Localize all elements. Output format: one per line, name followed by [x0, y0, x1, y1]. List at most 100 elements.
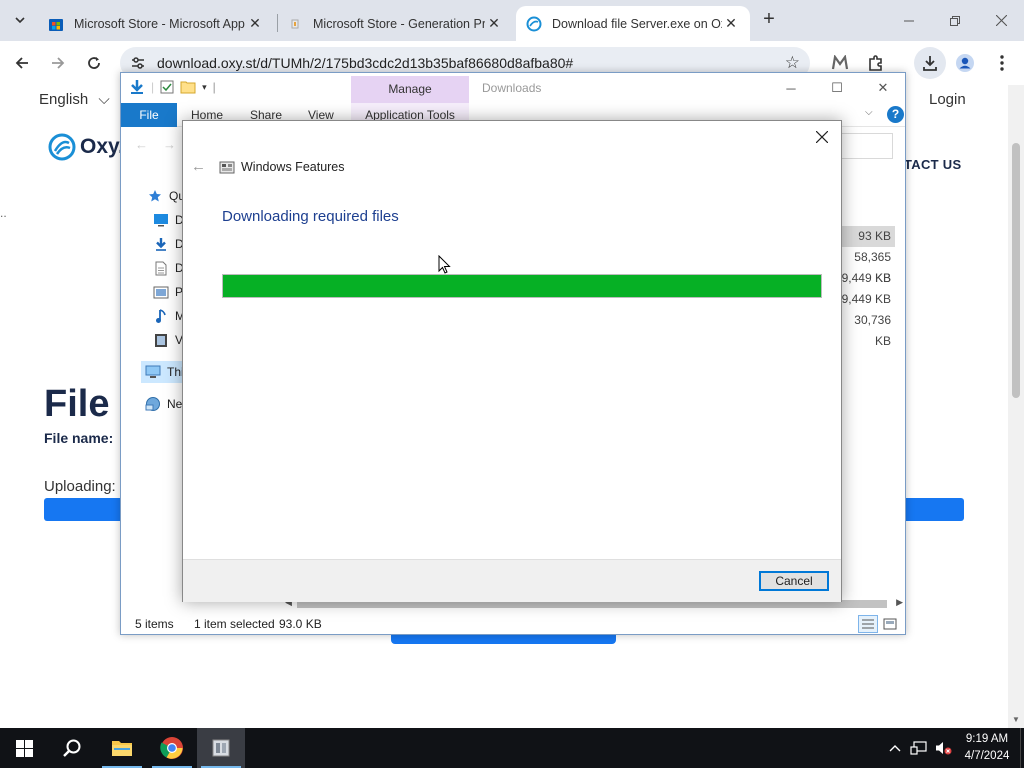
download-arrow-icon: [131, 80, 143, 94]
help-icon[interactable]: ?: [887, 106, 904, 123]
dialog-back-button[interactable]: ←: [191, 158, 206, 175]
large-icons-view-button[interactable]: [880, 615, 900, 633]
profile-button[interactable]: [952, 50, 978, 76]
dialog-footer: Cancel: [183, 559, 841, 602]
browser-tab-ms-store-apps[interactable]: Microsoft Store - Microsoft App ✕: [38, 6, 274, 41]
toolbar-divider: |: [212, 80, 216, 94]
page-scrollbar[interactable]: ▼: [1008, 85, 1024, 728]
pictures-icon: [153, 284, 169, 300]
back-button[interactable]: [9, 50, 35, 76]
reload-button[interactable]: [81, 50, 107, 76]
explorer-search-box[interactable]: [841, 133, 893, 159]
dialog-heading: Downloading required files: [222, 208, 399, 225]
file-size-cell[interactable]: 58,365 KB: [837, 247, 895, 285]
desktop-icon: [153, 212, 169, 228]
show-hidden-icons-button[interactable]: [885, 728, 905, 768]
toolbar-divider: |: [151, 80, 155, 94]
restore-icon: [950, 15, 960, 26]
explorer-forward-icon[interactable]: →: [163, 137, 176, 152]
nav-network[interactable]: Net: [145, 393, 186, 415]
microsoft-store-icon: [48, 16, 64, 32]
file-size-cell[interactable]: 9,449 KB: [837, 289, 895, 310]
site-logo[interactable]: Oxy.: [48, 133, 124, 161]
taskbar-windows-features[interactable]: [197, 728, 245, 768]
explorer-maximize-button[interactable]: ☐: [814, 73, 860, 103]
explorer-close-button[interactable]: ✕: [860, 73, 905, 103]
dialog-title: Windows Features: [241, 160, 345, 174]
download-icon: [923, 56, 937, 71]
taskbar-clock[interactable]: 9:19 AM 4/7/2024: [956, 731, 1018, 765]
video-icon: [153, 332, 169, 348]
file-size-cell[interactable]: 30,736 KB: [837, 310, 895, 348]
explorer-minimize-button[interactable]: ─: [768, 73, 814, 103]
reload-icon: [88, 57, 100, 69]
details-view-button[interactable]: [858, 615, 878, 633]
forward-button[interactable]: [45, 50, 71, 76]
tab-search-button[interactable]: [6, 8, 34, 32]
ribbon-file-tab[interactable]: File: [121, 103, 177, 127]
close-tab-icon[interactable]: ✕: [485, 15, 503, 32]
restore-browser-button[interactable]: [932, 0, 978, 41]
network-tray-button[interactable]: [907, 728, 931, 768]
explorer-back-icon[interactable]: ←: [135, 137, 148, 152]
tab-title: Microsoft Store - Microsoft App: [74, 16, 245, 31]
nav-downloads[interactable]: D: [153, 233, 184, 255]
download-button[interactable]: [391, 634, 616, 644]
scroll-right-icon[interactable]: ▶: [896, 597, 903, 608]
scrollbar-thumb[interactable]: [1012, 143, 1020, 398]
nav-documents[interactable]: D: [153, 257, 184, 279]
minimize-browser-button[interactable]: [886, 0, 932, 41]
nav-videos[interactable]: Vi: [153, 329, 185, 351]
new-folder-icon[interactable]: [180, 80, 196, 94]
bookmark-star-icon[interactable]: ☆: [785, 53, 800, 73]
expand-ribbon-icon[interactable]: ⌵: [865, 107, 873, 118]
nav-pictures[interactable]: Pi: [153, 281, 186, 303]
dialog-close-button[interactable]: [811, 127, 833, 149]
url-text[interactable]: download.oxy.st/d/TUMh/2/175bd3cdc2d13b3…: [157, 55, 573, 71]
this-pc-icon: [145, 364, 161, 380]
nav-desktop[interactable]: D: [153, 209, 184, 231]
more-vert-icon: [1000, 55, 1004, 71]
scroll-down-icon[interactable]: ▼: [1012, 715, 1020, 724]
cancel-button[interactable]: Cancel: [759, 571, 829, 591]
selection-size: 93.0 KB: [279, 617, 322, 631]
download-progress-bar: [222, 274, 822, 298]
site-settings-icon[interactable]: [130, 55, 146, 71]
language-selector[interactable]: English ⌵: [39, 91, 110, 108]
taskbar-file-explorer[interactable]: [98, 728, 146, 768]
close-tab-icon[interactable]: ✕: [246, 15, 264, 32]
new-tab-button[interactable]: +: [758, 9, 780, 31]
login-link[interactable]: Login: [929, 91, 966, 108]
quick-access-toolbar: | ▾ |: [129, 79, 216, 95]
details-view-icon: [862, 619, 874, 629]
search-button[interactable]: [48, 728, 96, 768]
downloads-button[interactable]: [914, 47, 946, 79]
oxy-favicon-icon: [526, 16, 542, 32]
show-desktop-button[interactable]: [1020, 728, 1024, 768]
file-size-cell[interactable]: 9,449 KB: [837, 268, 895, 289]
browser-tab-oxy-download[interactable]: Download file Server.exe on Oxy ✕: [516, 6, 750, 41]
logo-text: Oxy.: [80, 135, 124, 158]
explorer-titlebar: | ▾ | Manage Downloads ─ ☐ ✕: [121, 73, 905, 103]
volume-tray-button[interactable]: [931, 728, 955, 768]
manage-context-tab[interactable]: Manage: [351, 76, 469, 103]
browser-tab-ms-store-generation[interactable]: Microsoft Store - Generation Pr ✕: [277, 6, 513, 41]
extension-m-icon: [831, 55, 849, 70]
customize-qat-icon[interactable]: ▾: [202, 82, 207, 93]
close-tab-icon[interactable]: ✕: [722, 15, 740, 32]
clock-time: 9:19 AM: [965, 733, 1009, 745]
nav-quick-access[interactable]: Qu: [147, 185, 185, 207]
file-size-cell[interactable]: 93 KB: [837, 226, 895, 247]
taskbar-chrome[interactable]: [148, 728, 196, 768]
music-icon: [153, 308, 169, 324]
start-button[interactable]: [0, 728, 48, 768]
page-dots: ..: [0, 206, 7, 220]
nav-music[interactable]: M: [153, 305, 185, 327]
contact-us-link[interactable]: TACT US: [904, 157, 961, 172]
properties-icon[interactable]: [160, 80, 174, 94]
progress-fill: [223, 275, 821, 297]
volume-muted-icon: [936, 742, 952, 755]
chevron-down-icon: [15, 17, 25, 24]
close-browser-button[interactable]: [978, 0, 1024, 41]
chrome-menu-button[interactable]: [989, 50, 1015, 76]
